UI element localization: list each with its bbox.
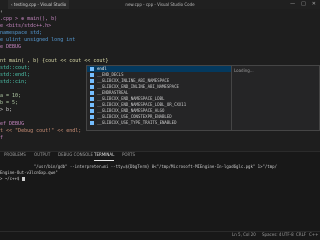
symbol-icon	[90, 108, 94, 113]
symbol-icon	[90, 102, 94, 107]
cursor-position[interactable]: Ln 5, Col 20	[232, 232, 256, 240]
code-line: f	[0, 135, 4, 141]
encoding-setting[interactable]: UTF-8	[282, 232, 294, 240]
code-line: namespace std;	[0, 30, 43, 36]
code-line: a = 10;	[0, 93, 22, 99]
code-line: .cpp > ⊕ main(), b)	[0, 16, 58, 22]
code-line: nt main( , b) {cout << cout << cout}	[0, 58, 109, 64]
terminal-prompt: > ~/c++$	[0, 176, 25, 182]
code-line: std::cout;	[0, 65, 31, 71]
symbol-icon	[90, 84, 94, 89]
window-controls: — □ ✕	[290, 0, 316, 9]
tab-ports[interactable]: PORTS	[122, 152, 135, 161]
panel-tabs: PROBLEMS OUTPUT DEBUG CONSOLE TERMINAL P…	[0, 152, 320, 161]
symbol-icon	[90, 114, 94, 119]
tab-terminal[interactable]: TERMINAL	[94, 152, 115, 161]
minimize-icon[interactable]: —	[290, 0, 295, 9]
tab-output[interactable]: OUTPUT	[34, 152, 50, 161]
bottom-panel: PROBLEMS OUTPUT DEBUG CONSOLE TERMINAL P…	[0, 151, 320, 231]
code-line: std::endl;	[0, 72, 31, 78]
code-line: > b;	[0, 107, 13, 113]
code-line: std::cin;	[0, 79, 28, 85]
terminal-cursor	[21, 176, 25, 181]
suggestion-detail: Loading...	[231, 66, 319, 130]
status-bar: Ln 5, Col 20 Spaces: 4 UTF-8 CRLF C++	[0, 231, 320, 240]
symbol-icon	[90, 78, 94, 83]
close-icon[interactable]: ✕	[312, 0, 316, 9]
indentation-setting[interactable]: Spaces: 4	[262, 232, 281, 240]
language-mode[interactable]: C++	[309, 232, 319, 240]
autocomplete-popup: endl __END_DECLS __GLIBCXX_INLINE_ABI_NA…	[86, 65, 320, 131]
symbol-icon	[90, 90, 94, 95]
code-line: e ulint unsigned long int	[0, 37, 76, 43]
title-bar: ‹ testing.cpp - Visual Studio new.cpp - …	[0, 0, 320, 9]
code-line: ‹	[0, 9, 4, 15]
window-title: new.cpp - cpp - Visual Studio Code	[125, 2, 195, 7]
code-line: ef DEBUG	[0, 121, 25, 127]
symbol-icon	[90, 72, 94, 77]
symbol-icon	[90, 66, 94, 71]
maximize-icon[interactable]: □	[301, 0, 306, 9]
symbol-icon	[90, 96, 94, 101]
tab-debug-console[interactable]: DEBUG CONSOLE	[58, 152, 93, 161]
suggestion-item[interactable]: __GLIBCXX_USE_TYPE_TRAITS_ENABLED	[87, 120, 231, 126]
code-line: e <bits/stdc++.h>	[0, 23, 52, 29]
line-ending-setting[interactable]: CRLF	[296, 232, 306, 240]
code-line: e DEBUG	[0, 44, 22, 50]
symbol-icon	[90, 120, 94, 125]
code-line: b = 5;	[0, 100, 19, 106]
tab-problems[interactable]: PROBLEMS	[4, 152, 26, 161]
code-line: t << "Debug cout!" << endl;	[0, 128, 82, 134]
